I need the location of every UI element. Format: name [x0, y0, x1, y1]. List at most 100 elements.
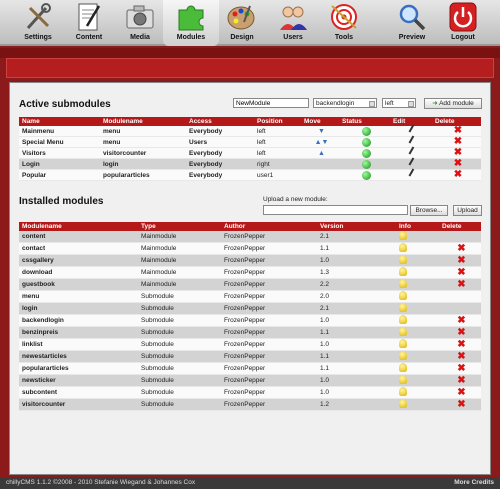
users-icon [280, 6, 307, 30]
table-row: visitorcounter Submodule FrozenPepper 1.2 ✖ [19, 398, 481, 411]
nav-preview[interactable]: Preview [384, 0, 440, 46]
info-icon[interactable] [399, 291, 407, 300]
info-icon[interactable] [399, 363, 407, 372]
column-header: Position [254, 117, 301, 126]
delete-icon[interactable]: ✖ [457, 375, 467, 386]
footer: chillyCMS 1.1.2 ©2008 - 2010 Stefanie Wi… [0, 477, 500, 489]
info-icon[interactable] [399, 387, 407, 396]
top-navigation: Settings Content Media Modules Design Us… [0, 0, 500, 46]
delete-icon[interactable]: ✖ [457, 243, 467, 254]
target-icon [331, 4, 357, 30]
tools-icon [26, 3, 51, 30]
info-icon[interactable] [399, 375, 407, 384]
info-icon[interactable] [399, 231, 407, 240]
status-active-icon[interactable] [361, 126, 371, 136]
palette-icon [227, 5, 255, 30]
nav-logout[interactable]: Logout [435, 0, 491, 46]
move-up-icon[interactable]: ▲ [318, 150, 325, 157]
move-down-icon[interactable]: ▼ [322, 139, 329, 146]
edit-icon[interactable] [408, 157, 420, 169]
table-row: content Mainmodule FrozenPepper 2.1 [19, 231, 481, 243]
document-pen-icon [78, 3, 101, 31]
add-module-button[interactable]: ➜ Add module [424, 98, 482, 109]
nav-media[interactable]: Media [112, 0, 168, 46]
active-submodules-title: Active submodules [19, 99, 111, 110]
edit-icon[interactable] [408, 135, 420, 147]
browse-button[interactable]: Browse... [410, 205, 448, 216]
delete-icon[interactable]: ✖ [457, 339, 467, 350]
info-icon[interactable] [399, 351, 407, 360]
chevron-down-icon [408, 101, 414, 107]
edit-icon[interactable] [408, 124, 420, 136]
info-icon[interactable] [399, 279, 407, 288]
delete-icon[interactable]: ✖ [457, 255, 467, 266]
table-row: newestarticles Submodule FrozenPepper 1.1 ✖ [19, 350, 481, 363]
upload-button[interactable]: Upload [453, 205, 482, 216]
status-active-icon[interactable] [361, 148, 371, 158]
status-active-icon[interactable] [361, 159, 371, 169]
delete-icon[interactable]: ✖ [453, 148, 463, 158]
table-row: cssgallery Mainmodule FrozenPepper 1.0 ✖ [19, 254, 481, 267]
info-icon[interactable] [399, 267, 407, 276]
column-header: Type [138, 222, 221, 231]
edit-icon[interactable] [408, 168, 420, 180]
table-row: populararticles Submodule FrozenPepper 1.1 ✖ [19, 362, 481, 375]
move-up-icon[interactable]: ▲ [315, 139, 322, 146]
new-module-input[interactable] [233, 98, 309, 108]
nav-design[interactable]: Design [214, 0, 270, 46]
status-active-icon[interactable] [361, 137, 371, 147]
info-icon[interactable] [399, 303, 407, 312]
nav-settings[interactable]: Settings [10, 0, 66, 46]
delete-icon[interactable]: ✖ [457, 315, 467, 326]
modules-panel: Active submodules backendlogin left ➜ Ad… [9, 82, 491, 475]
chevron-down-icon [369, 101, 375, 107]
column-header: Modulename [100, 117, 186, 126]
info-icon[interactable] [399, 315, 407, 324]
delete-icon[interactable]: ✖ [453, 137, 463, 147]
upload-file-input[interactable] [263, 205, 408, 215]
table-row: download Mainmodule FrozenPepper 1.3 ✖ [19, 266, 481, 279]
info-icon[interactable] [399, 399, 407, 408]
status-active-icon[interactable] [361, 170, 371, 180]
nav-content[interactable]: Content [61, 0, 117, 46]
delete-icon[interactable]: ✖ [453, 170, 463, 180]
move-down-icon[interactable]: ▼ [318, 128, 325, 135]
info-icon[interactable] [399, 243, 407, 252]
table-row: benzinpreis Submodule FrozenPepper 1.1 ✖ [19, 326, 481, 339]
installed-modules-table: Modulename Type Author Version Info Dele… [19, 222, 481, 411]
active-submodules-table: Name Modulename Access Position Move Sta… [19, 117, 481, 182]
nav-modules[interactable]: Modules [163, 0, 219, 46]
table-row: login Submodule FrozenPepper 2.1 [19, 302, 481, 315]
nav-label: Design [230, 34, 254, 41]
table-row: subcontent Submodule FrozenPepper 1.0 ✖ [19, 386, 481, 399]
delete-icon[interactable]: ✖ [457, 363, 467, 374]
table-row: contact Mainmodule FrozenPepper 1.1 ✖ [19, 242, 481, 255]
nav-label: Preview [398, 34, 426, 41]
delete-icon[interactable]: ✖ [457, 327, 467, 338]
info-icon[interactable] [399, 255, 407, 264]
nav-label: Tools [334, 34, 354, 41]
delete-icon[interactable]: ✖ [457, 267, 467, 278]
area-select[interactable]: backendlogin [313, 98, 377, 108]
delete-icon[interactable]: ✖ [453, 126, 463, 136]
delete-icon[interactable]: ✖ [457, 387, 467, 398]
info-icon[interactable] [399, 339, 407, 348]
delete-icon[interactable]: ✖ [453, 159, 463, 169]
nav-label: Logout [451, 34, 475, 41]
nav-tools[interactable]: Tools [316, 0, 372, 46]
more-credits-link[interactable]: More Credits [454, 477, 494, 489]
nav-users[interactable]: Users [265, 0, 321, 46]
table-row: menu Submodule FrozenPepper 2.0 [19, 290, 481, 303]
column-header: Delete [439, 222, 481, 231]
info-icon[interactable] [399, 327, 407, 336]
delete-icon[interactable]: ✖ [457, 399, 467, 410]
table-row: linklist Submodule FrozenPepper 1.0 ✖ [19, 338, 481, 351]
delete-icon[interactable]: ✖ [457, 351, 467, 362]
camera-icon [126, 5, 154, 29]
nav-label: Modules [176, 34, 206, 41]
red-banner [6, 58, 494, 78]
column-header: Modulename [19, 222, 138, 231]
position-select[interactable]: left [382, 98, 416, 108]
delete-icon[interactable]: ✖ [457, 279, 467, 290]
edit-icon[interactable] [408, 146, 420, 158]
